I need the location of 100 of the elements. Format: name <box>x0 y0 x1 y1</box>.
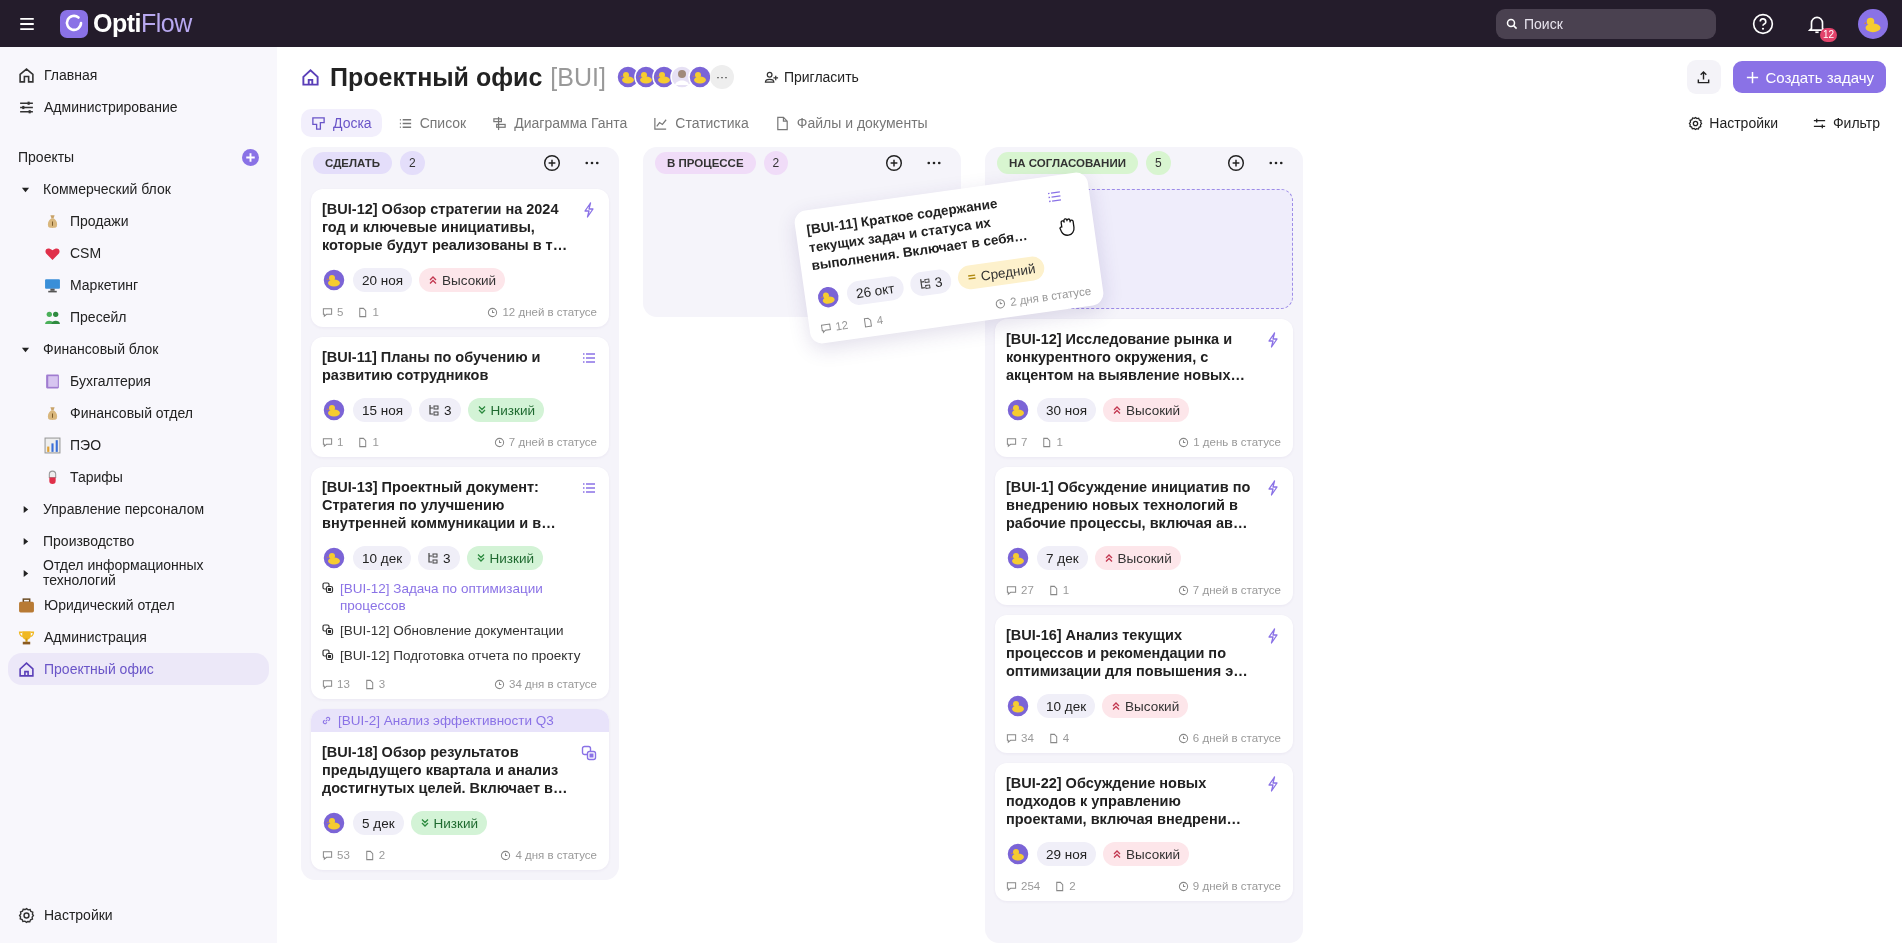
caret-right-icon[interactable] <box>21 568 30 578</box>
task-title: [BUI-13] Проектный документ: Стратегия по улучшению внутренней коммуникации и в… <box>322 478 557 532</box>
sidebar-item[interactable]: CSM <box>8 237 269 269</box>
settings-icon <box>1688 115 1704 131</box>
chevrons-down-icon <box>476 405 487 415</box>
settings-item[interactable]: Настройки <box>8 899 269 931</box>
clock-icon <box>1177 880 1189 892</box>
subtask-link[interactable]: [BUI-12] Задача по оптимизации процессов <box>340 580 597 614</box>
bar-chart-icon <box>44 436 61 454</box>
sidebar-item[interactable]: Проектный офис <box>8 653 269 685</box>
section-label: Проекты <box>18 149 75 165</box>
settings-icon <box>18 906 35 924</box>
due-date: 10 дек <box>353 546 412 570</box>
comment-count: 5 <box>337 306 344 318</box>
sidebar-item[interactable]: Отдел информационных технологий <box>8 557 269 589</box>
add-icon[interactable] <box>885 154 903 172</box>
file-icon <box>774 115 790 131</box>
sidebar-item[interactable]: Маркетинг <box>8 269 269 301</box>
add-icon[interactable] <box>1227 154 1245 172</box>
priority-label: Высокий <box>1126 402 1181 418</box>
parent-task-title: [BUI-2] Анализ эффективности Q3 <box>338 713 554 728</box>
sidebar-item[interactable]: Администрирование <box>8 91 269 123</box>
avatar <box>1006 842 1030 866</box>
clock-icon <box>1178 436 1190 448</box>
view-tab[interactable]: Файлы и документы <box>764 109 938 137</box>
sidebar-item[interactable]: Пресейл <box>8 301 269 333</box>
comment-count: 12 <box>834 318 849 333</box>
more-icon[interactable] <box>927 161 941 165</box>
list-icon <box>581 480 597 496</box>
attachment-icon <box>1047 732 1059 744</box>
comment-count: 1 <box>337 436 344 448</box>
subtask-icon <box>322 582 334 594</box>
view-tab[interactable]: Диаграмма Ганта <box>482 109 638 137</box>
task-card[interactable]: [BUI-2] Анализ эффективности Q3 [BUI-18] Обзор результатов предыдущего квартала и анализ достигнутых целей. Включает в… 5 дек Низкий 53 2 4 дня в статусе <box>311 709 609 870</box>
attachment-icon <box>357 306 369 318</box>
sidebar-item[interactable]: ПЭО <box>8 429 269 461</box>
subtask-count: 3 <box>443 550 451 566</box>
sidebar-item[interactable]: Главная <box>8 59 269 91</box>
comment-icon <box>322 678 333 690</box>
book-icon <box>44 372 61 390</box>
clock-icon <box>500 849 512 861</box>
subtasks-icon <box>918 276 932 291</box>
sidebar-item[interactable]: Финансовый отдел <box>8 397 269 429</box>
more-members-button[interactable]: ··· <box>709 65 734 89</box>
view-tab[interactable]: Доска <box>301 109 382 137</box>
priority-label: Низкий <box>490 402 536 418</box>
more-icon[interactable] <box>1269 161 1283 165</box>
subtasks-icon <box>427 552 440 564</box>
view-tab[interactable]: Статистика <box>643 109 759 137</box>
attachment-count: 3 <box>378 678 386 690</box>
filter-button[interactable]: Фильтр <box>1805 114 1886 132</box>
attachment-count: 1 <box>1062 584 1070 596</box>
upload-button[interactable] <box>1686 60 1721 94</box>
avatar <box>322 546 346 570</box>
caret-right-icon[interactable] <box>21 536 30 546</box>
comment-icon <box>1006 880 1017 892</box>
plus-icon <box>1744 69 1760 85</box>
attachment-count: 2 <box>378 849 386 861</box>
sidebar-item[interactable]: Продажи <box>8 205 269 237</box>
more-icon[interactable] <box>585 161 599 165</box>
task-card[interactable]: [BUI-12] Исследование рынка и конкурентного окружения, с акцентом на выявление новых… 30 ноя Высокий 7 1 1 день в статусе <box>995 319 1293 457</box>
help-icon[interactable] <box>1752 12 1774 35</box>
sidebar-item[interactable]: Производство <box>8 525 269 557</box>
attachment-count: 4 <box>876 313 884 327</box>
sidebar-item[interactable]: Финансовый блок <box>8 333 269 365</box>
caret-right-icon[interactable] <box>21 504 30 514</box>
task-card[interactable]: [BUI-1] Обсуждение инициатив по внедрению новых технологий в рабочие процессы, включая ав… 7 дек Высокий 27 1 7 дней в статусе <box>995 467 1293 605</box>
sidebar-item[interactable]: Тарифы <box>8 461 269 493</box>
home-icon <box>18 66 35 84</box>
task-title: [BUI-11] Планы по обучению и развитию сотрудников <box>322 348 542 384</box>
sidebar-item[interactable]: Управление персоналом <box>8 493 269 525</box>
attachment-count: 1 <box>372 306 379 318</box>
due-date: 29 ноя <box>1037 842 1097 866</box>
settings-button[interactable]: Настройки <box>1682 114 1784 132</box>
status-duration: 7 дней в статусе <box>508 436 597 448</box>
avatar <box>687 65 712 89</box>
notification-badge: 12 <box>1819 27 1837 42</box>
add-icon[interactable] <box>543 154 561 172</box>
task-card[interactable]: [BUI-11] Планы по обучению и развитию сотрудников 15 ноя 3 Низкий 1 1 7 дней в статусе <box>311 337 609 457</box>
avatar <box>322 268 346 292</box>
task-card[interactable]: [BUI-12] Обзор стратегии на 2024 год и ключевые инициативы, которые будут реализованы в т… 20 ноя Высокий 5 1 12 дней в статусе <box>311 189 609 327</box>
avatar <box>1006 546 1030 570</box>
task-card[interactable]: [BUI-22] Обсуждение новых подходов к управлению проектами, включая внедрени… 29 ноя Высокий 254 2 9 дней в статусе <box>995 763 1293 901</box>
priority-label: Низкий <box>489 550 535 566</box>
sidebar-item[interactable]: Бухгалтерия <box>8 365 269 397</box>
invite-button[interactable]: Пригласить <box>757 68 865 86</box>
task-card[interactable] <box>311 467 609 699</box>
sidebar-item[interactable]: Юридический отдел <box>8 589 269 621</box>
task-card[interactable]: [BUI-16] Анализ текущих процессов и рекомендации по оптимизации для повышения э… 10 дек Высокий 34 4 6 дней в статусе <box>995 615 1293 753</box>
search-field[interactable]: Поиск <box>1496 8 1716 39</box>
sidebar-item[interactable]: Коммерческий блок <box>8 173 269 205</box>
house-icon <box>301 67 320 87</box>
comment-icon <box>1006 584 1017 596</box>
create-task-button[interactable]: Создать задачу <box>1732 61 1886 93</box>
view-tab[interactable]: Список <box>387 109 477 137</box>
user-avatar[interactable] <box>1858 8 1888 39</box>
sidebar-item[interactable]: Администрация <box>8 621 269 653</box>
chevrons-up-icon <box>1112 405 1123 415</box>
status-duration: 12 дней в статусе <box>502 306 597 318</box>
comment-icon <box>322 306 333 318</box>
